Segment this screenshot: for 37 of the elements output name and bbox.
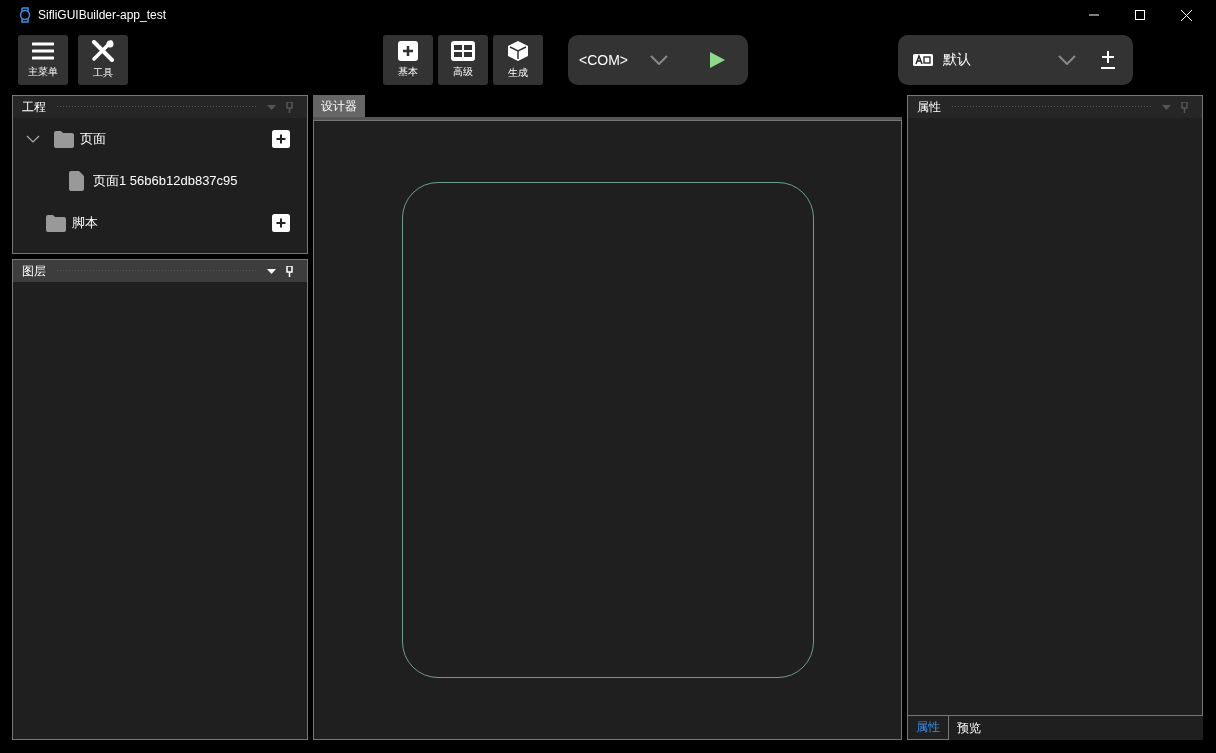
port-selector[interactable]: <COM> <box>568 34 748 85</box>
wrench-screwdriver-icon <box>91 39 115 62</box>
window-title: SifliGUIBuilder-app_test <box>38 8 167 22</box>
menu-icon <box>32 40 54 61</box>
toolbar-button[interactable]: 基本 <box>383 34 433 85</box>
tree-item[interactable]: 页面1 56b6b12db837c95 <box>13 160 307 202</box>
chevron-down-icon <box>1058 54 1076 65</box>
panel-title: 工程 <box>22 98 46 116</box>
plus-minus-icon[interactable] <box>1100 49 1116 70</box>
folder-icon <box>46 214 66 232</box>
file-icon <box>69 171 84 191</box>
panel-title: 图层 <box>22 262 46 280</box>
watch-icon <box>19 7 31 23</box>
designer-tab[interactable]: 设计器 <box>313 95 365 117</box>
font-icon <box>913 53 933 66</box>
maximize-icon[interactable] <box>1135 10 1145 20</box>
chevron-down-icon[interactable] <box>26 135 40 143</box>
add-icon <box>398 40 418 61</box>
toolbar-button[interactable]: 高级 <box>438 34 488 85</box>
dropdown-icon[interactable] <box>267 268 276 274</box>
play-icon[interactable] <box>710 51 725 68</box>
folder-icon <box>54 130 74 148</box>
panel-tab[interactable]: 预览 <box>949 716 989 740</box>
tree-item[interactable]: 脚本 <box>13 202 307 244</box>
add-icon[interactable] <box>272 130 290 148</box>
panel-title: 属性 <box>917 98 941 116</box>
toolbar-button[interactable]: 工具 <box>78 34 128 85</box>
grid-icon <box>451 40 475 61</box>
toolbar-button[interactable]: 生成 <box>493 34 543 85</box>
panel-tab[interactable]: 属性 <box>907 716 949 740</box>
tree-item[interactable]: 页面 <box>13 118 307 160</box>
cube-icon <box>507 39 529 62</box>
theme-selector[interactable]: 默认 <box>898 34 1133 85</box>
add-icon[interactable] <box>272 214 290 232</box>
toolbar-button[interactable]: 主菜单 <box>18 34 68 85</box>
chevron-down-icon <box>650 54 668 65</box>
close-icon[interactable] <box>1181 9 1192 21</box>
